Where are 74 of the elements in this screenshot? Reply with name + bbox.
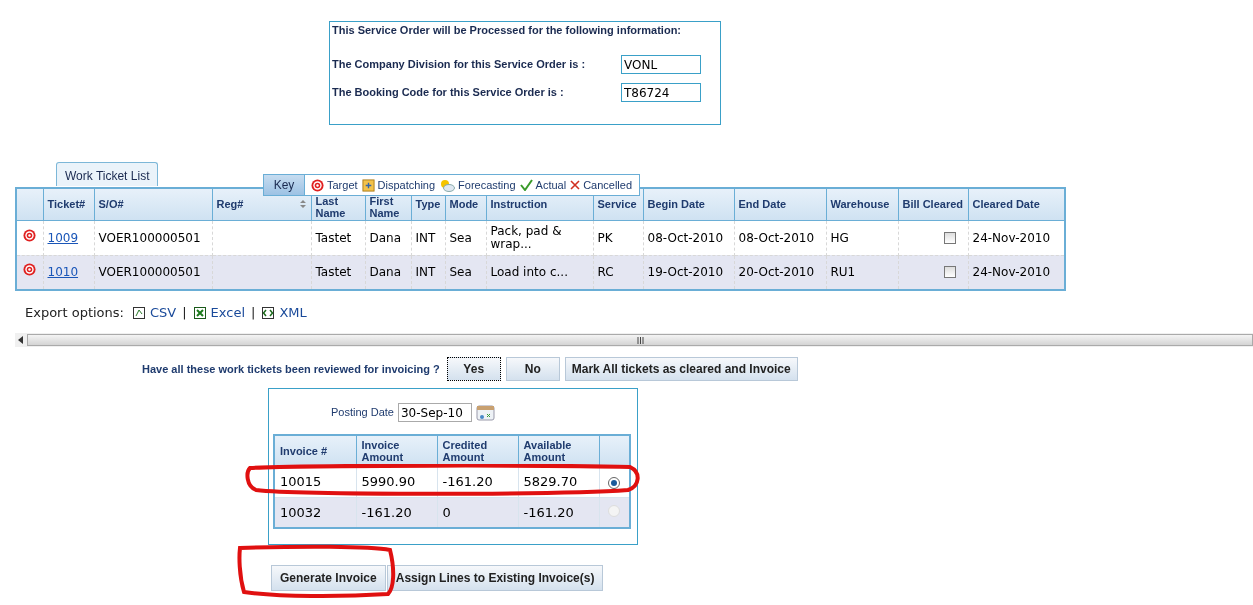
table-cell: VOER100000501 [98,230,201,245]
box-icon [361,178,375,192]
table-cell: -161.20 [523,504,574,520]
export-label: Export options: [25,304,124,322]
sort-icon[interactable] [298,199,307,210]
field-label: The Booking Code for this Service Order is : [332,85,565,101]
text-field[interactable]: VONL [621,55,701,74]
table-cell: 5990.90 [361,473,416,489]
target-icon [311,178,324,192]
table-cell: 08-Oct-2010 [738,230,815,245]
table-cell: INT [415,230,436,245]
column-header[interactable]: S/O# [94,188,212,220]
table-cell: 24-Nov-2010 [972,265,1051,280]
cross-icon [570,180,581,190]
scroll-left-arrow-icon[interactable] [18,336,24,344]
csv-file-icon [131,305,146,320]
xml-file-icon [261,305,276,320]
export-link[interactable]: Excel [210,303,245,323]
calendar-icon[interactable] [476,403,496,422]
separator: | [251,304,256,322]
table-cell: Sea [449,265,472,280]
table-cell: RC [597,265,614,280]
field-label: The Company Division for this Service Order is : [332,57,587,73]
answer-button[interactable]: Yes [446,357,501,381]
table-cell: HG [830,230,849,245]
checkbox[interactable] [943,231,956,244]
posting-date-label: Posting Date [331,405,394,421]
horizontal-scrollbar[interactable] [15,333,1253,347]
review-question: Have all these work tickets been reviewed for invoicing ? [142,361,440,377]
table-cell: Dana [369,230,402,245]
text-field[interactable]: T86724 [621,83,701,102]
table-cell: -161.20 [442,473,493,489]
table-cell: -161.20 [361,504,412,520]
table-cell: Tastet [315,230,352,245]
table-cell-text: Pack, pad & wrap... [490,224,563,251]
answer-button[interactable]: No [505,357,560,381]
export-link[interactable]: CSV [149,303,177,323]
table-cell: Tastet [315,265,352,280]
separator: | [182,304,187,322]
column-header[interactable]: End Date [734,188,826,220]
assign-button[interactable]: Assign Lines to Existing Invoice(s) [386,565,604,591]
scrollbar-thumb[interactable] [27,334,1253,346]
table-cell: VOER100000501 [98,265,201,280]
column-header[interactable]: Begin Date [643,188,734,220]
table-cell: 08-Oct-2010 [647,230,724,245]
tab[interactable]: Work Ticket List [56,162,159,186]
table-cell: Dana [369,265,402,280]
grip-icon [636,336,644,344]
table-cell: 0 [442,504,451,520]
date-field[interactable]: 30-Sep-10 [398,403,472,422]
table-cell: RU1 [830,265,856,280]
table-cell: INT [415,265,436,280]
excel-file-icon [192,305,207,320]
column-header[interactable]: Bill Cleared [898,188,968,220]
key-label-tooltip: Key [263,174,305,196]
generate-button[interactable]: Generate Invoice [271,565,386,591]
table-cell: 5829.70 [523,473,578,489]
table-cell: 10032 [280,504,322,520]
radio-button[interactable] [608,476,621,489]
column-header[interactable]: Warehouse [826,188,898,220]
column-header[interactable]: Ticket# [43,188,94,220]
checkbox[interactable] [943,266,956,279]
mark-all-button[interactable]: Mark All tickets as cleared and Invoice [564,357,798,381]
export-link[interactable]: XML [279,303,307,323]
panel-heading: This Service Order will be Processed for the following information: [332,23,682,37]
table-cell: 10015 [280,473,322,489]
table-cell: Sea [449,230,472,245]
table-cell: 20-Oct-2010 [738,265,815,280]
table-cell-text: Load into c... [490,265,569,279]
table-cell: 24-Nov-2010 [972,230,1051,245]
sun-cloud-icon [439,178,456,192]
check-icon [519,179,533,191]
table-cell: 19-Oct-2010 [647,265,724,280]
table-cell: PK [597,230,613,245]
